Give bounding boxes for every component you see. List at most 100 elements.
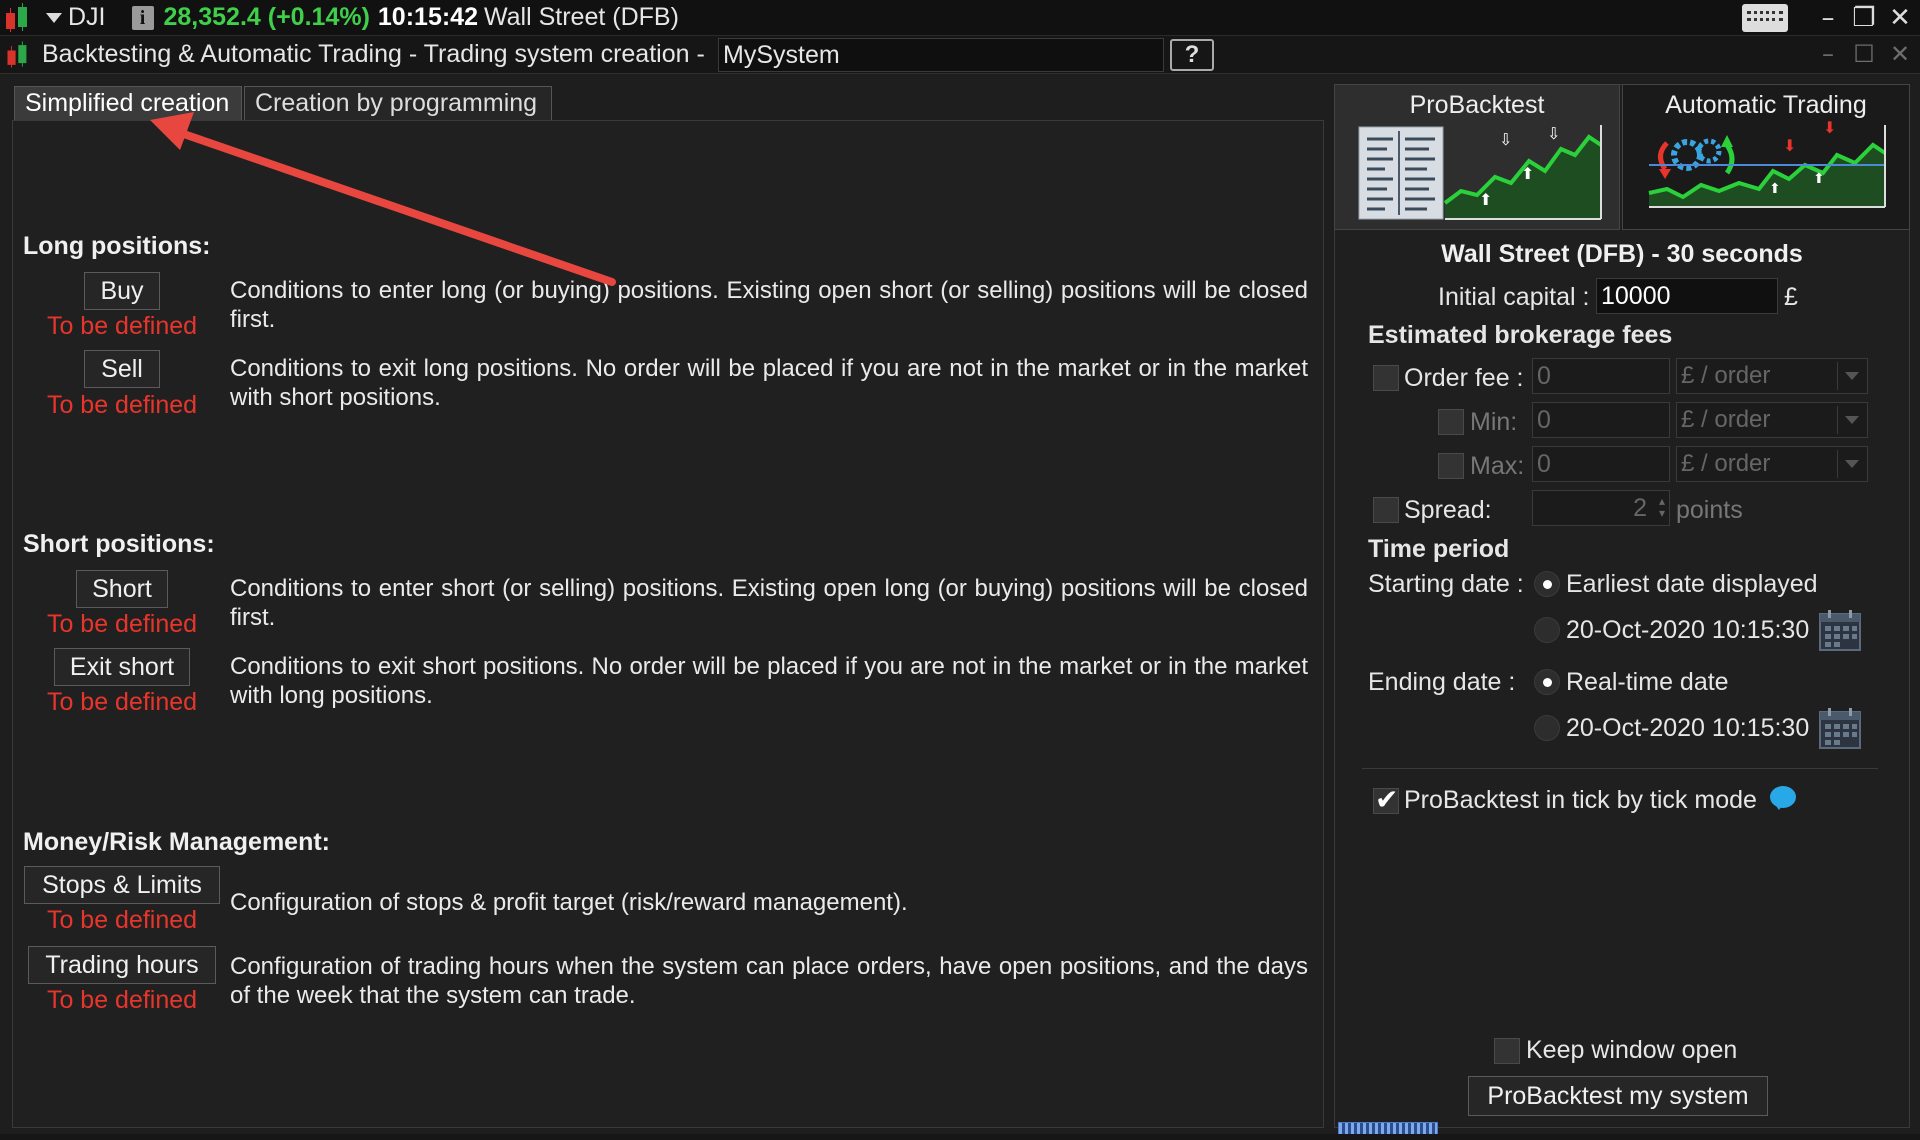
start-date-value: 20-Oct-2020 10:15:30: [1566, 616, 1810, 644]
short-positions-heading: Short positions:: [23, 530, 215, 558]
max-fee-unit-select[interactable]: £ / order: [1676, 446, 1868, 482]
quote-value: 28,352.4 (+0.14%): [163, 3, 370, 31]
order-fee-label: Order fee :: [1404, 364, 1524, 392]
quote-time: 10:15:42: [377, 3, 478, 31]
min-fee-unit: £ / order: [1681, 406, 1771, 433]
minimize-icon[interactable]: –: [1816, 5, 1840, 31]
calendar-icon[interactable]: [1818, 608, 1862, 652]
long-positions-heading: Long positions:: [23, 232, 211, 260]
brokerage-fees-heading: Estimated brokerage fees: [1368, 321, 1673, 349]
min-fee-label: Min:: [1470, 408, 1518, 436]
exit-short-status: To be defined: [46, 688, 198, 716]
tick-mode-checkbox[interactable]: [1373, 783, 1399, 816]
candlestick-icon: [4, 2, 38, 33]
buy-button[interactable]: Buy: [84, 272, 160, 310]
backtest-chart-icon: ⬆ ⬆ ⇩ ⇩: [1358, 124, 1603, 220]
tab-simplified-creation[interactable]: Simplified creation: [14, 86, 242, 120]
trading-hours-status: To be defined: [46, 986, 198, 1014]
divider: [1362, 768, 1878, 769]
svg-text:⬆: ⬆: [1479, 190, 1492, 209]
auto-trading-chart-icon: ⬇ ⬇ ⬆ ⬆: [1648, 118, 1887, 208]
tab-automatic-trading[interactable]: Automatic Trading ⬇ ⬇ ⬆ ⬆: [1622, 84, 1910, 230]
spread-value: 2: [1633, 494, 1647, 522]
end-date-value: 20-Oct-2020 10:15:30: [1566, 714, 1810, 742]
min-fee-input[interactable]: 0: [1532, 402, 1670, 438]
restore-icon[interactable]: ❐: [1852, 5, 1876, 31]
initial-capital-label: Initial capital :: [1438, 283, 1590, 311]
start-date-radio[interactable]: [1534, 617, 1560, 643]
sell-status: To be defined: [46, 391, 198, 419]
window-title-bar: Backtesting & Automatic Trading - Tradin…: [0, 36, 1920, 74]
exit-short-button[interactable]: Exit short: [54, 648, 190, 686]
svg-text:⬆: ⬆: [1813, 171, 1825, 187]
order-fee-checkbox[interactable]: [1373, 365, 1399, 391]
time-period-heading: Time period: [1368, 535, 1510, 563]
tab-probacktest[interactable]: ProBacktest ⬆ ⬆ ⇩ ⇩: [1334, 84, 1620, 230]
close-icon[interactable]: ✕: [1888, 42, 1912, 66]
spin-arrows-icon[interactable]: ▴ ▾: [1659, 495, 1665, 519]
min-fee-checkbox[interactable]: [1438, 409, 1464, 435]
end-realtime-label: Real-time date: [1566, 668, 1729, 696]
chevron-down-icon: [1837, 450, 1865, 478]
tick-mode-label: ProBacktest in tick by tick mode: [1404, 786, 1757, 814]
end-realtime-radio[interactable]: [1534, 669, 1560, 695]
tab-creation-by-programming[interactable]: Creation by programming: [244, 86, 552, 120]
trading-hours-button[interactable]: Trading hours: [28, 946, 216, 984]
max-fee-unit: £ / order: [1681, 450, 1771, 477]
order-fee-unit: £ / order: [1681, 362, 1771, 389]
close-icon[interactable]: ✕: [1888, 5, 1912, 31]
chevron-down-icon: [1837, 406, 1865, 434]
probacktest-my-system-button[interactable]: ProBacktest my system: [1468, 1076, 1768, 1116]
max-fee-input[interactable]: 0: [1532, 446, 1670, 482]
short-button[interactable]: Short: [76, 570, 168, 608]
svg-text:⬆: ⬆: [1521, 164, 1534, 183]
short-status: To be defined: [46, 610, 198, 638]
instrument-timeframe-title: Wall Street (DFB) - 30 seconds: [1441, 240, 1803, 268]
spread-unit: points: [1676, 496, 1743, 524]
exit-short-description: Conditions to exit short positions. No o…: [230, 653, 1308, 709]
start-earliest-label: Earliest date displayed: [1566, 570, 1818, 598]
restore-icon[interactable]: ☐: [1852, 42, 1876, 66]
system-name-field[interactable]: MySystem: [718, 38, 1164, 72]
keep-window-open-label: Keep window open: [1526, 1036, 1738, 1064]
window-title: Backtesting & Automatic Trading - Tradin…: [42, 40, 705, 68]
calendar-icon[interactable]: [1818, 706, 1862, 750]
info-icon[interactable]: i: [131, 5, 154, 30]
money-risk-heading: Money/Risk Management:: [23, 828, 331, 856]
svg-text:⇩: ⇩: [1499, 130, 1512, 149]
order-fee-input[interactable]: 0: [1532, 358, 1670, 394]
stops-limits-description: Configuration of stops & profit target (…: [230, 889, 908, 916]
svg-text:⬇: ⬇: [1823, 118, 1836, 137]
info-bubble-icon[interactable]: [1770, 786, 1796, 810]
short-description: Conditions to enter short (or selling) p…: [230, 575, 1308, 631]
status-strip: [0, 1134, 1920, 1140]
candlestick-icon: [6, 41, 37, 68]
keep-window-open-checkbox[interactable]: [1494, 1038, 1520, 1064]
quote-bar: DJI i 28,352.4 (+0.14%) 10:15:42 Wall St…: [0, 0, 1920, 36]
instrument-name: Wall Street (DFB): [483, 3, 679, 31]
chevron-down-icon: [1837, 362, 1865, 390]
sell-button[interactable]: Sell: [84, 350, 160, 388]
spread-stepper[interactable]: 2 ▴ ▾: [1532, 490, 1670, 526]
max-fee-checkbox[interactable]: [1438, 453, 1464, 479]
start-earliest-radio[interactable]: [1534, 571, 1560, 597]
spread-checkbox[interactable]: [1373, 497, 1399, 523]
minimize-icon[interactable]: –: [1816, 42, 1840, 66]
stops-limits-button[interactable]: Stops & Limits: [24, 866, 220, 904]
dropdown-arrow-icon[interactable]: [46, 12, 62, 23]
svg-text:⬇: ⬇: [1783, 136, 1796, 155]
trading-hours-description: Configuration of trading hours when the …: [230, 953, 1308, 1009]
svg-text:⬆: ⬆: [1769, 181, 1781, 197]
spread-label: Spread:: [1404, 496, 1492, 524]
end-date-radio[interactable]: [1534, 715, 1560, 741]
initial-capital-input[interactable]: 10000: [1596, 278, 1778, 314]
buy-description: Conditions to enter long (or buying) pos…: [230, 277, 1308, 333]
help-icon[interactable]: ?: [1170, 39, 1214, 71]
keyboard-icon[interactable]: [1742, 4, 1788, 32]
max-fee-label: Max:: [1470, 452, 1525, 480]
order-fee-unit-select[interactable]: £ / order: [1676, 358, 1868, 394]
starting-date-label: Starting date :: [1368, 570, 1524, 598]
symbol-label[interactable]: DJI: [68, 3, 106, 32]
min-fee-unit-select[interactable]: £ / order: [1676, 402, 1868, 438]
buy-status: To be defined: [46, 312, 198, 340]
